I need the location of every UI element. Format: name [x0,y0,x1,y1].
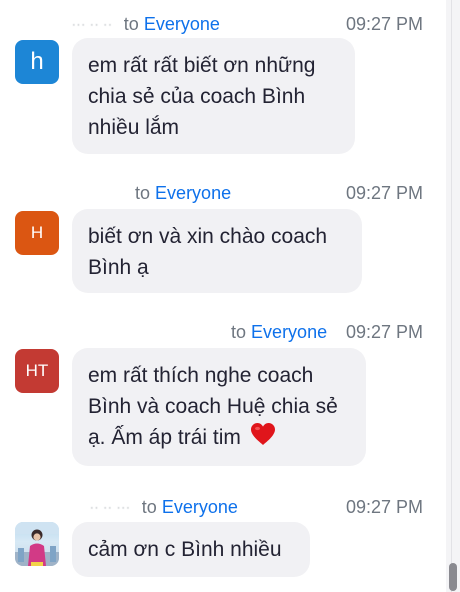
to-label: to [141,497,157,517]
message-bubble: em rất rất biết ơn những chia sẻ của coa… [72,38,355,154]
message-bubble: em rất thích nghe coach Bình và coach Hu… [72,348,366,466]
message-time: 09:27 PM [346,183,424,203]
recipient-link[interactable]: Everyone [162,497,238,517]
chat-message-list: ··· ·· ·· to Everyone 09:27 PM h em rất … [0,0,446,592]
message-header: to Everyone [72,321,327,343]
sender-name[interactable]: ··· ·· ·· [72,14,113,36]
heart-emoji-icon [249,422,277,455]
message-text: em rất rất biết ơn những chia sẻ của coa… [88,54,316,139]
sender-name[interactable]: ·· ·· ··· [90,497,131,519]
message-time: 09:27 PM [346,14,424,34]
avatar[interactable]: HT [15,349,59,393]
message-text: cảm ơn c Bình nhiều [88,538,282,561]
to-label: to [231,322,247,342]
message-time: 09:27 PM [346,497,424,517]
message-header: ··· ·· ·· to Everyone [72,13,220,35]
message-header: to Everyone [72,182,231,204]
to-label: to [123,14,139,34]
person-photo-icon [15,522,59,566]
to-label: to [135,183,151,203]
message-text: biết ơn và xin chào coach Bình ạ [88,225,328,279]
message-time: 09:27 PM [346,322,424,342]
scrollbar-track-line [451,0,452,592]
message-header: ·· ·· ··· to Everyone [90,496,238,518]
recipient-link[interactable]: Everyone [155,183,231,203]
avatar[interactable]: h [15,40,59,84]
avatar-photo[interactable] [15,522,59,566]
recipient-link[interactable]: Everyone [144,14,220,34]
message-bubble: cảm ơn c Bình nhiều [72,522,310,577]
message-bubble: biết ơn và xin chào coach Bình ạ [72,209,362,293]
scrollbar-thumb[interactable] [449,563,457,591]
recipient-link[interactable]: Everyone [251,322,327,342]
avatar[interactable]: H [15,211,59,255]
message-text: em rất thích nghe coach Bình và coach Hu… [88,364,338,449]
scrollbar[interactable] [446,0,460,592]
